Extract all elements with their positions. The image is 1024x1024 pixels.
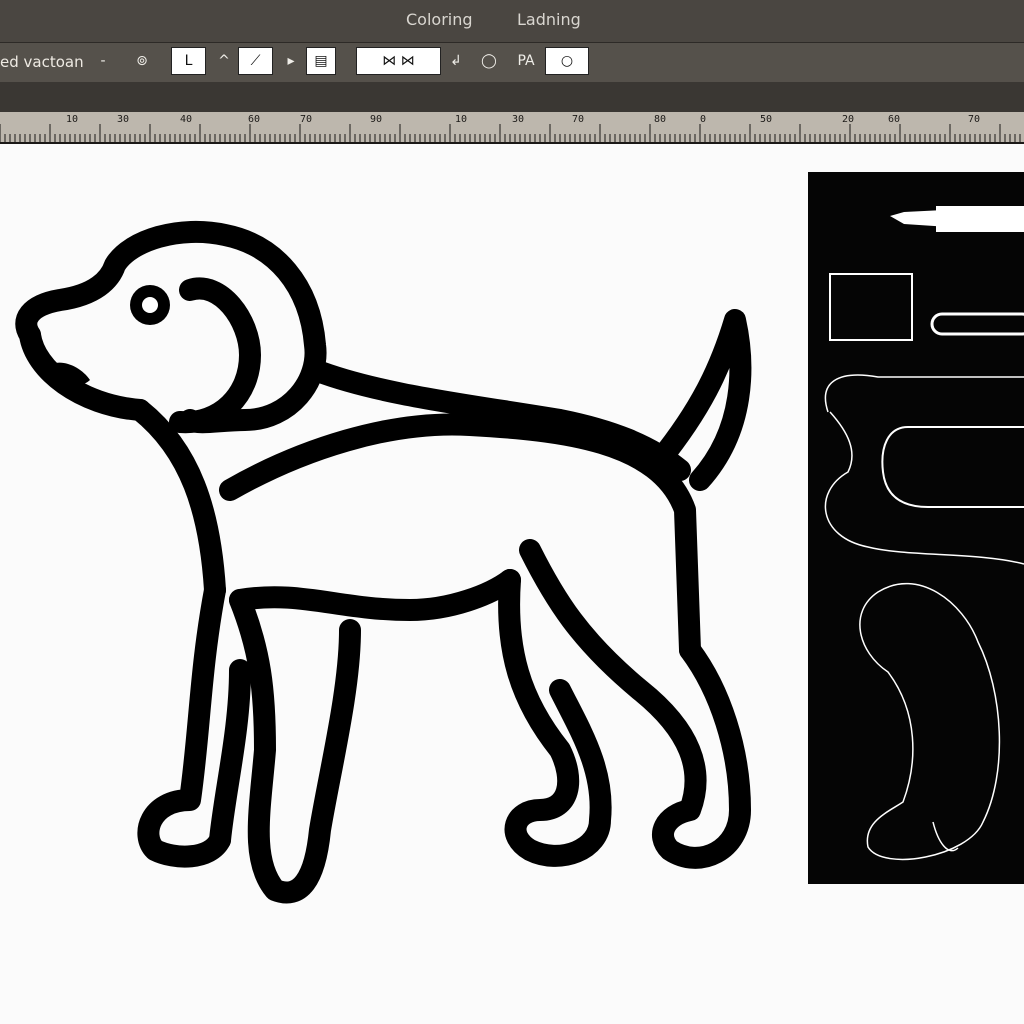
ruler-label: 40 <box>180 114 193 125</box>
square-shape-icon[interactable] <box>829 273 913 341</box>
grid-tool-button[interactable]: ▤ <box>306 47 336 75</box>
corner-tool-button[interactable]: L <box>171 47 206 75</box>
pencil-tool-button[interactable]: ⟋ <box>238 47 273 75</box>
ruler-label: 10 <box>66 114 79 125</box>
capsule-shape-icon[interactable] <box>930 312 1024 336</box>
ruler-label: 30 <box>117 114 130 125</box>
dog-outline-icon[interactable] <box>0 170 800 930</box>
pin-tool-button[interactable]: ⊚ <box>124 47 160 75</box>
ruler-label: 70 <box>300 114 313 125</box>
menu-item-ladning[interactable]: Ladning <box>517 10 581 29</box>
ruler-label: 90 <box>370 114 383 125</box>
ruler-label: 0 <box>700 114 707 125</box>
chevron-up-tool-button[interactable]: ^ <box>212 47 236 75</box>
title-bar: Coloring Ladning <box>0 0 1024 42</box>
ruler-label: 30 <box>512 114 525 125</box>
capsule-outline-shape[interactable] <box>881 426 1024 508</box>
dot-tool-button[interactable]: ○ <box>545 47 589 75</box>
ruler-label: 80 <box>654 114 667 125</box>
ruler-label: 20 <box>842 114 855 125</box>
ruler-label: 70 <box>968 114 981 125</box>
blob-shape-icon[interactable] <box>824 374 1024 565</box>
foot-shape-icon[interactable] <box>859 582 1001 861</box>
ruler-label: 60 <box>248 114 261 125</box>
menu-item-coloring[interactable]: Coloring <box>406 10 473 29</box>
pen-icon[interactable] <box>890 206 1024 232</box>
arrow-tool-button[interactable]: ▸ <box>280 47 302 75</box>
horizontal-ruler[interactable]: 10 30 40 60 70 90 10 30 70 80 0 50 20 60… <box>0 112 1024 144</box>
ruler-label: 60 <box>888 114 901 125</box>
bowtie-tool-button[interactable]: ⋈ ⋈ <box>356 47 441 75</box>
pa-tool-button[interactable]: PA <box>512 47 540 75</box>
document-name: ed vactoan <box>0 53 84 71</box>
toolbar-strip <box>0 82 1024 112</box>
ruler-label: 50 <box>760 114 773 125</box>
ruler-label: 70 <box>572 114 585 125</box>
toolbar: ed vactoan - ⊚ L ^ ⟋ ▸ ▤ ⋈ ⋈ ↲ ◯ PA ○ <box>0 42 1024 84</box>
panel-shapes <box>824 206 1024 861</box>
circle-tool-button[interactable]: ◯ <box>474 47 504 75</box>
separator-dash: - <box>100 53 106 69</box>
ruler-label: 10 <box>455 114 468 125</box>
hook-tool-button[interactable]: ↲ <box>446 47 466 75</box>
shapes-panel <box>808 172 1024 884</box>
